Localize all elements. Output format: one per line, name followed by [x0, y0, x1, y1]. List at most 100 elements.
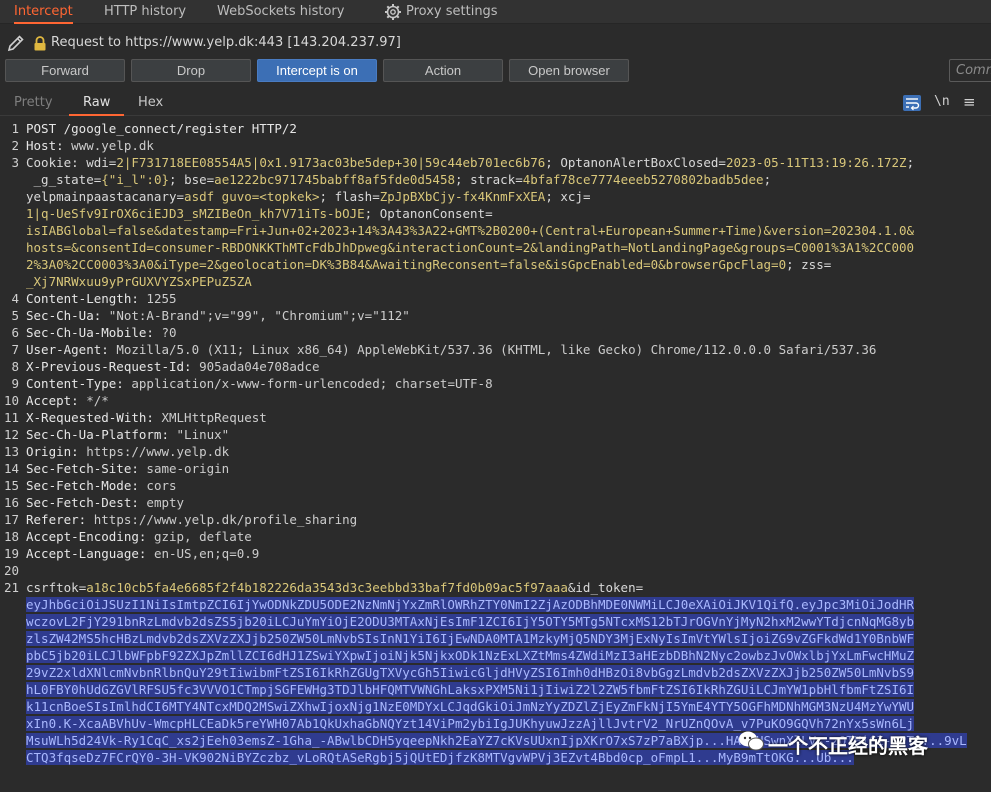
- request-target-label: Request to https://www.yelp.dk:443 [143.…: [51, 35, 401, 50]
- code-token: ;: [455, 172, 471, 187]
- code-token: Sec-Fetch-Dest:: [26, 495, 139, 510]
- code-token: Accept:: [26, 393, 79, 408]
- code-token: 4bfaf78ce7774eeeb5270802badb5dee: [522, 172, 764, 187]
- code-token: 2023-05-11T13:19:26.172Z: [725, 155, 907, 170]
- request-line: Accept-Encoding: gzip, deflate: [26, 528, 252, 545]
- code-token: same-origin: [138, 461, 230, 476]
- code-token: Mozilla/5.0 (X11; Linux x86_64) AppleWeb…: [108, 342, 877, 357]
- request-line: POST /google_connect/register HTTP/2: [26, 120, 297, 137]
- code-token: zlsZW42MS5hcHBzLmdvb2dsZXVzZXJjb250ZW50L…: [26, 631, 915, 646]
- request-line: Content-Length: 1255: [26, 290, 177, 307]
- lock-icon: [34, 36, 46, 51]
- line-number: 14: [3, 461, 19, 476]
- code-token: flash: [334, 189, 373, 204]
- line-number: 20: [3, 563, 19, 578]
- raw-request-editor[interactable]: POST /google_connect/register HTTP/2 1 Hos…: [0, 118, 991, 792]
- code-token: 1|q-UeSfv9IrOX6ciEJD3_sMZIBeOn_kh7V71iTs…: [26, 206, 365, 221]
- pencil-icon[interactable]: [6, 33, 26, 53]
- code-token: application/x-www-form-urlencoded; chars…: [123, 376, 493, 391]
- code-token: yelpmainpaastacanary: [26, 189, 177, 204]
- comment-field[interactable]: Comm: [949, 59, 991, 82]
- code-token: 29vZ2xldXNlcmNvbnRlbnQuY29tIiwibmFtZSI6I…: [26, 665, 915, 680]
- tab-intercept[interactable]: Intercept: [14, 0, 73, 24]
- word-wrap-toggle[interactable]: [903, 95, 921, 111]
- line-number: 19: [3, 546, 19, 561]
- line-number: 12: [3, 427, 19, 442]
- forward-button[interactable]: Forward: [5, 59, 125, 82]
- request-line: eyJhbGciOiJSUzI1NiIsImtpZCI6IjYwODNkZDU5…: [26, 596, 915, 613]
- tab-raw[interactable]: Raw: [69, 92, 125, 116]
- code-token: =: [515, 172, 523, 187]
- code-token: Accept-Encoding:: [26, 529, 147, 544]
- tab-http-history[interactable]: HTTP history: [104, 0, 186, 24]
- watermark: 一个不正经的黑客: [738, 724, 978, 764]
- watermark-text: 一个不正经的黑客: [768, 734, 928, 758]
- code-token: cors: [138, 478, 177, 493]
- line-number: 5: [11, 308, 19, 323]
- request-line: CTQ3fqseDz7FCrQY0-3H-VK902NiBYZczbz_vLoR…: [26, 749, 854, 766]
- intercept-toggle-button[interactable]: Intercept is on: [257, 59, 377, 82]
- gear-icon[interactable]: [384, 3, 402, 21]
- code-token: Cookie:: [26, 155, 87, 170]
- code-token: Sec-Ch-Ua-Platform:: [26, 427, 169, 442]
- code-token: a18c10cb5fa4e6685f2f4b182226da3543d3c3ee…: [86, 580, 568, 595]
- code-token: ;: [364, 206, 380, 221]
- tab-websockets-history[interactable]: WebSockets history: [217, 0, 344, 24]
- hamburger-menu-icon[interactable]: ≡: [963, 93, 976, 111]
- code-token: =: [176, 189, 185, 204]
- code-token: {"i_l":0}: [101, 172, 169, 187]
- code-token: csrftok: [26, 580, 79, 595]
- code-token: empty: [138, 495, 185, 510]
- line-number: 10: [3, 393, 19, 408]
- code-token: ae1222bc971745babff8af5fde0d5458: [214, 172, 455, 187]
- tab-pretty[interactable]: Pretty: [14, 92, 53, 116]
- request-line: Sec-Fetch-Mode: cors: [26, 477, 177, 494]
- code-token: https://www.yelp.dk: [78, 444, 230, 459]
- code-token: ;: [545, 189, 561, 204]
- code-token: Referer:: [26, 512, 87, 527]
- code-token: Host:: [26, 138, 64, 153]
- request-line: X-Previous-Request-Id: 905ada04e708adce: [26, 358, 320, 375]
- show-newlines-toggle[interactable]: \n: [934, 94, 950, 109]
- line-number: 15: [3, 478, 19, 493]
- request-line: yelpmainpaastacanary=asdf guvo=<topkek>;…: [26, 188, 591, 205]
- code-token: =: [823, 257, 832, 272]
- drop-button[interactable]: Drop: [131, 59, 251, 82]
- code-token: Content-Length:: [26, 291, 139, 306]
- request-line: X-Requested-With: XMLHttpRequest: [26, 409, 267, 426]
- request-line: k11cnBoeSIsImlhdCI6MTY4NTcxMDQ2MSwiZXhwI…: [26, 698, 915, 715]
- code-token: www.yelp.dk: [63, 138, 154, 153]
- code-token: zss: [801, 257, 824, 272]
- action-button[interactable]: Action: [383, 59, 503, 82]
- code-token: POST /google_connect/register HTTP/2: [26, 121, 297, 136]
- request-line: Sec-Ch-Ua-Mobile: ?0: [26, 324, 177, 341]
- line-number: 6: [11, 325, 19, 340]
- code-token: =: [582, 189, 591, 204]
- code-token: CTQ3fqseDz7FCrQY0-3H-VK902NiBYZczbz_vLoR…: [26, 750, 854, 765]
- tab-hex[interactable]: Hex: [138, 92, 163, 116]
- line-number: 4: [11, 291, 19, 306]
- line-number: 9: [11, 376, 19, 391]
- code-token: k11cnBoeSIsImlhdCI6MTY4NTcxMDQ2MSwiZXhwI…: [26, 699, 915, 714]
- request-line: 1|q-UeSfv9IrOX6ciEJD3_sMZIBeOn_kh7V71iTs…: [26, 205, 493, 222]
- code-token: 905ada04e708adce: [191, 359, 320, 374]
- code-token: gzip, deflate: [146, 529, 252, 544]
- code-token: Sec-Fetch-Mode:: [26, 478, 139, 493]
- open-browser-button[interactable]: Open browser: [509, 59, 629, 82]
- code-token: ;: [545, 155, 561, 170]
- request-line: hL0FBY0hUdGZGVlRFSU5fc3VVVO1CTmpjSGFEWHg…: [26, 681, 915, 698]
- code-token: User-Agent:: [26, 342, 109, 357]
- line-number: 21: [3, 580, 19, 595]
- chat-bubble-icon: [739, 731, 764, 751]
- tab-proxy-settings[interactable]: Proxy settings: [406, 0, 498, 24]
- code-token: pbC5jb20iLCJlbWFpbF92ZXJpZmllZCI6dHJ1ZSw…: [26, 648, 915, 663]
- request-line: Sec-Ch-Ua-Platform: "Linux": [26, 426, 229, 443]
- code-token: ;: [319, 189, 335, 204]
- request-line: Referer: https://www.yelp.dk/profile_sha…: [26, 511, 357, 528]
- code-token: =: [372, 189, 380, 204]
- code-token: Sec-Fetch-Site:: [26, 461, 139, 476]
- code-token: xcj: [560, 189, 583, 204]
- code-token: guvo=<topkek>: [214, 189, 320, 204]
- line-number: 17: [3, 512, 19, 527]
- request-line: Origin: https://www.yelp.dk: [26, 443, 229, 460]
